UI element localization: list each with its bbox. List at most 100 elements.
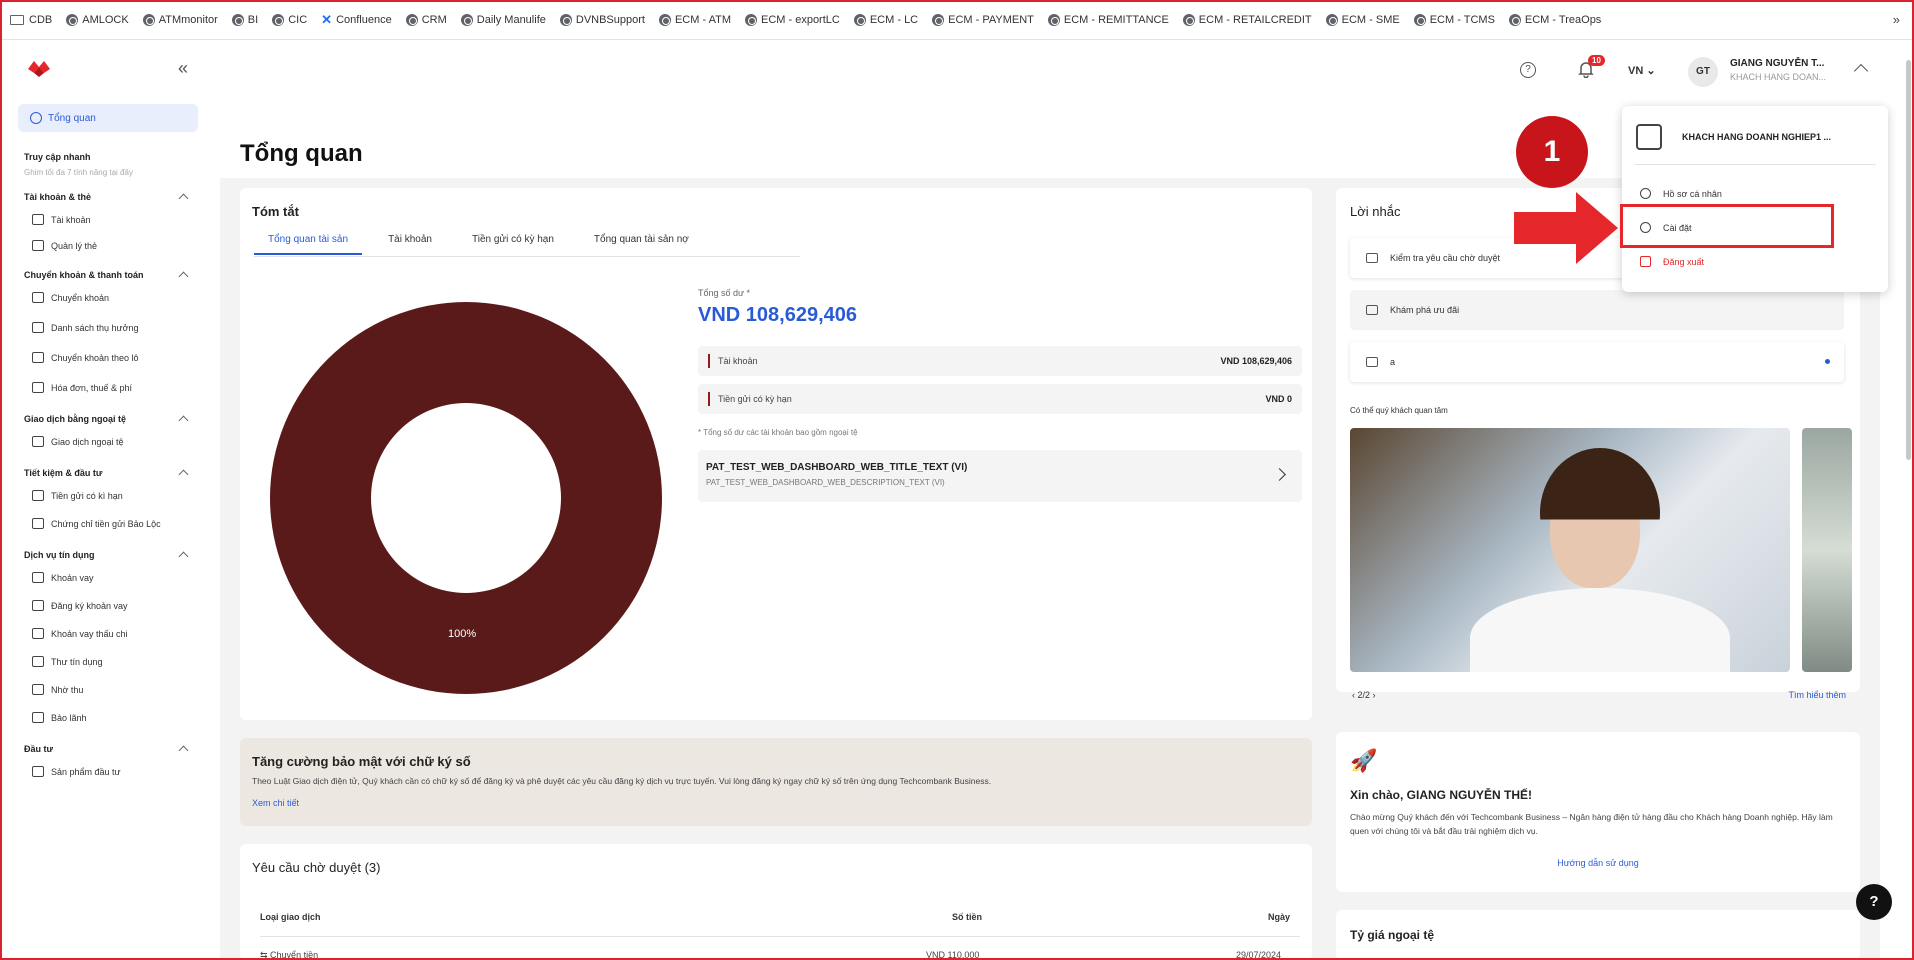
- sidebar-item-transfer[interactable]: Chuyển khoản: [32, 292, 109, 303]
- bookmarks-bar: CDB AMLOCK ATMmonitor BI CIC ✕ Confluence…: [0, 0, 1914, 40]
- letter-of-credit-icon: [32, 656, 44, 667]
- balance-row-value: VND 108,629,406: [1220, 356, 1292, 366]
- sidebar-item-investment-products[interactable]: Sản phẩm đầu tư: [32, 766, 121, 777]
- language-selector[interactable]: VN ⌄: [1628, 64, 1656, 77]
- bookmark-ecm-lc[interactable]: ECM - LC: [853, 13, 918, 26]
- sidebar-group-savings[interactable]: Tiết kiệm & đầu tư: [24, 468, 102, 478]
- welcome-title: Xin chào, GIANG NGUYỄN THẾ!: [1350, 788, 1533, 802]
- bookmark-cic[interactable]: CIC: [272, 13, 307, 26]
- promo-title: PAT_TEST_WEB_DASHBOARD_WEB_TITLE_TEXT (V…: [706, 462, 968, 473]
- sidebar-item-overview[interactable]: Tổng quan: [18, 104, 198, 132]
- bookmark-crm[interactable]: CRM: [405, 13, 447, 26]
- building-icon: [1636, 124, 1662, 150]
- sidebar-item-letter-of-credit[interactable]: Thư tín dụng: [32, 656, 103, 667]
- balance-row-label: Tài khoản: [708, 354, 758, 368]
- sidebar-item-certificates[interactable]: Chứng chỉ tiền gửi Bảo Lộc: [32, 518, 161, 529]
- donut-percent-label: 100%: [448, 628, 477, 640]
- chevron-up-icon[interactable]: [178, 745, 189, 756]
- loan-icon: [32, 572, 44, 583]
- menu-item-logout[interactable]: Đăng xuất: [1640, 256, 1704, 267]
- sidebar-group-fx[interactable]: Giao dịch bằng ngoại tệ: [24, 414, 126, 424]
- bookmarks-overflow-button[interactable]: »: [1893, 12, 1900, 27]
- pending-title: Yêu cầu chờ duyệt (3): [252, 860, 381, 875]
- bookmark-ecm-payment[interactable]: ECM - PAYMENT: [932, 13, 1034, 26]
- chevron-up-icon[interactable]: [178, 271, 189, 282]
- sidebar-item-fx-transactions[interactable]: Giao dịch ngoại tệ: [32, 436, 124, 447]
- pending-row-type[interactable]: ⇆ Chuyển tiền: [260, 950, 318, 960]
- dropdown-divider: [1634, 164, 1876, 165]
- bookmark-ecm-retailcredit[interactable]: ECM - RETAILCREDIT: [1182, 13, 1312, 26]
- sidebar-item-beneficiaries[interactable]: Danh sách thụ hưởng: [32, 322, 138, 333]
- bookmark-daily-manulife[interactable]: Daily Manulife: [460, 13, 546, 26]
- sidebar-item-bills[interactable]: Hóa đơn, thuế & phí: [32, 382, 132, 393]
- sidebar-item-batch-transfer[interactable]: Chuyển khoản theo lô: [32, 352, 139, 363]
- chevron-up-icon[interactable]: [178, 551, 189, 562]
- sidebar-group-investment[interactable]: Đầu tư: [24, 744, 53, 754]
- menu-item-profile[interactable]: Hồ sơ cá nhân: [1640, 188, 1722, 199]
- bookmark-atmmonitor[interactable]: ATMmonitor: [142, 13, 218, 26]
- chevron-up-icon[interactable]: [178, 193, 189, 204]
- techcombank-logo[interactable]: [28, 61, 50, 77]
- chevron-up-icon[interactable]: [1853, 63, 1869, 79]
- bookmark-ecm-exportlc[interactable]: ECM - exportLC: [744, 13, 840, 26]
- sidebar-item-term-deposit[interactable]: Tiền gửi có kì hạn: [32, 490, 123, 501]
- sidebar-item-cards[interactable]: Quản lý thẻ: [32, 240, 97, 251]
- transfer-icon: [32, 292, 44, 303]
- carousel-pager[interactable]: ‹ 2/2 ›: [1352, 690, 1376, 700]
- globe-icon: [1182, 13, 1195, 26]
- collapse-sidebar-button[interactable]: «: [178, 58, 188, 79]
- tab-accounts[interactable]: Tài khoản: [374, 234, 446, 255]
- sidebar-item-loan-register[interactable]: Đăng ký khoản vay: [32, 600, 128, 611]
- balance-row-accounts: Tài khoản VND 108,629,406: [698, 346, 1302, 376]
- chevron-up-icon[interactable]: [178, 469, 189, 480]
- bookmark-ecm-treaops[interactable]: ECM - TreaOps: [1508, 13, 1601, 26]
- bookmark-ecm-tcms[interactable]: ECM - TCMS: [1413, 13, 1495, 26]
- sidebar-item-accounts[interactable]: Tài khoản: [32, 214, 91, 225]
- security-text: Theo Luật Giao dịch điện tử, Quý khách c…: [252, 776, 992, 786]
- page-scrollbar[interactable]: [1906, 60, 1911, 460]
- sidebar-group-accounts[interactable]: Tài khoản & thẻ: [24, 192, 91, 202]
- avatar[interactable]: GT: [1688, 57, 1718, 87]
- sidebar-item-loans[interactable]: Khoản vay: [32, 572, 94, 583]
- tab-term-deposits[interactable]: Tiền gửi có kỳ hạn: [458, 234, 568, 255]
- tab-asset-overview[interactable]: Tổng quan tài sản: [254, 234, 363, 255]
- promo-image-call-center[interactable]: [1350, 428, 1790, 672]
- globe-icon: [66, 13, 79, 26]
- bookmark-amlock[interactable]: AMLOCK: [66, 13, 129, 26]
- user-guide-link[interactable]: Hướng dẫn sử dụng: [1336, 858, 1860, 868]
- bookmark-cdb[interactable]: CDB: [10, 14, 52, 26]
- tab-liabilities[interactable]: Tổng quan tài sản nợ: [580, 234, 703, 255]
- settings-highlight-box: [1620, 204, 1834, 248]
- help-icon[interactable]: ?: [1520, 62, 1536, 78]
- promo-banner[interactable]: PAT_TEST_WEB_DASHBOARD_WEB_TITLE_TEXT (V…: [698, 450, 1302, 502]
- globe-icon: [1508, 13, 1521, 26]
- chevron-right-icon[interactable]: ›: [1370, 690, 1376, 700]
- chevron-up-icon[interactable]: [178, 415, 189, 426]
- user-name[interactable]: GIANG NGUYỄN T...: [1730, 58, 1824, 69]
- help-floating-button[interactable]: ?: [1856, 884, 1892, 920]
- bookmark-ecm-atm[interactable]: ECM - ATM: [658, 13, 731, 26]
- reminder-item-a[interactable]: a: [1350, 342, 1844, 382]
- step-number-badge: 1: [1516, 116, 1588, 188]
- dropdown-company-name[interactable]: KHACH HANG DOANH NGHIEP1 ...: [1682, 132, 1831, 142]
- security-details-link[interactable]: Xem chi tiết: [252, 798, 299, 808]
- page-title: Tổng quan: [240, 140, 363, 167]
- bookmark-ecm-remittance[interactable]: ECM - REMITTANCE: [1047, 13, 1169, 26]
- learn-more-link[interactable]: Tìm hiểu thêm: [1788, 690, 1846, 700]
- promo-image-next[interactable]: [1802, 428, 1852, 672]
- sidebar-group-credit[interactable]: Dịch vụ tín dụng: [24, 550, 95, 560]
- sidebar-item-guarantee[interactable]: Bảo lãnh: [32, 712, 87, 723]
- security-title: Tăng cường bảo mật với chữ ký số: [252, 754, 471, 769]
- bookmark-dvnbsupport[interactable]: DVNBSupport: [559, 13, 645, 26]
- sidebar-item-collection[interactable]: Nhờ thu: [32, 684, 83, 695]
- bookmark-confluence[interactable]: ✕ Confluence: [321, 12, 392, 28]
- reminder-offers[interactable]: Khám phá ưu đãi: [1350, 290, 1844, 330]
- bookmark-bi[interactable]: BI: [231, 13, 258, 26]
- welcome-card: 🚀 Xin chào, GIANG NGUYỄN THẾ! Chào mừng …: [1336, 732, 1860, 892]
- sidebar-item-overdraft[interactable]: Khoản vay thấu chi: [32, 628, 128, 639]
- interest-title: Có thể quý khách quan tâm: [1350, 406, 1448, 415]
- sidebar-group-transfers[interactable]: Chuyển khoản & thanh toán: [24, 270, 144, 280]
- globe-icon: [1413, 13, 1426, 26]
- bookmark-ecm-sme[interactable]: ECM - SME: [1325, 13, 1400, 26]
- fx-rates-card: Tỷ giá ngoại tệ: [1336, 910, 1860, 960]
